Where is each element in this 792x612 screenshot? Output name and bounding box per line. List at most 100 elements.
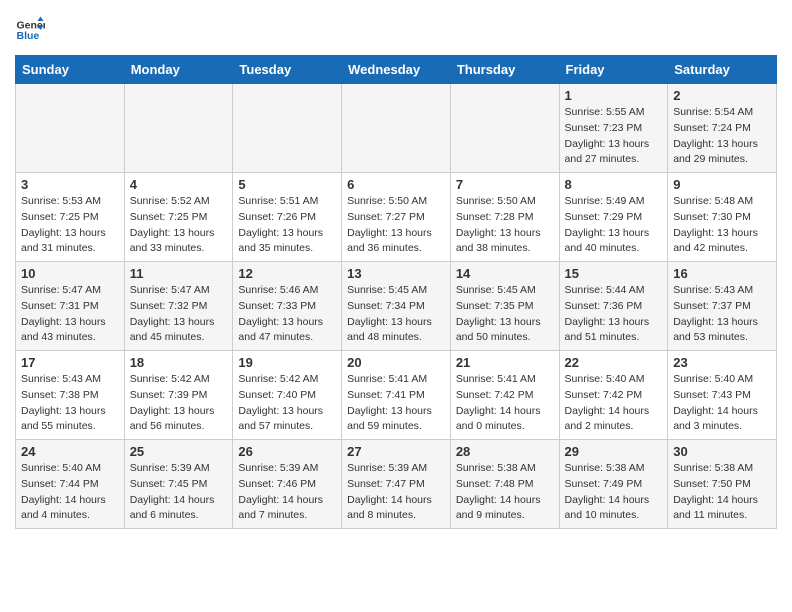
day-cell: 23Sunrise: 5:40 AMSunset: 7:43 PMDayligh… <box>668 351 777 440</box>
day-cell: 18Sunrise: 5:42 AMSunset: 7:39 PMDayligh… <box>124 351 233 440</box>
day-info: Sunrise: 5:51 AMSunset: 7:26 PMDaylight:… <box>238 194 336 257</box>
day-info: Sunrise: 5:39 AMSunset: 7:45 PMDaylight:… <box>130 461 228 524</box>
day-number: 3 <box>21 177 119 192</box>
day-number: 24 <box>21 444 119 459</box>
day-info: Sunrise: 5:45 AMSunset: 7:34 PMDaylight:… <box>347 283 445 346</box>
day-number: 15 <box>565 266 663 281</box>
day-cell: 26 Sunrise: 5:39 AMSunset: 7:46 PMDayligh… <box>233 440 342 529</box>
day-info: Sunrise: 5:40 AMSunset: 7:44 PMDaylight:… <box>21 461 119 524</box>
day-cell <box>233 84 342 173</box>
day-info: Sunrise: 5:43 AMSunset: 7:38 PMDaylight:… <box>21 372 119 435</box>
day-number: 20 <box>347 355 445 370</box>
day-cell: 20 Sunrise: 5:41 AMSunset: 7:41 PMDayligh… <box>342 351 451 440</box>
day-number: 28 <box>456 444 554 459</box>
logo: General Blue <box>15 15 49 45</box>
day-cell: 10 Sunrise: 5:47 AMSunset: 7:31 PMDayligh… <box>16 262 125 351</box>
logo-icon: General Blue <box>15 15 45 45</box>
day-info: Sunrise: 5:52 AMSunset: 7:25 PMDaylight:… <box>130 194 228 257</box>
day-cell <box>16 84 125 173</box>
day-info: Sunrise: 5:38 AMSunset: 7:50 PMDaylight:… <box>673 461 771 524</box>
day-info: Sunrise: 5:48 AMSunset: 7:30 PMDaylight:… <box>673 194 771 257</box>
day-cell: 2 Sunrise: 5:54 AMSunset: 7:24 PMDaylight… <box>668 84 777 173</box>
day-number: 6 <box>347 177 445 192</box>
week-row-5: 24 Sunrise: 5:40 AMSunset: 7:44 PMDayligh… <box>16 440 777 529</box>
svg-text:Blue: Blue <box>17 30 40 42</box>
day-info: Sunrise: 5:43 AMSunset: 7:37 PMDaylight:… <box>673 283 771 346</box>
day-info: Sunrise: 5:54 AMSunset: 7:24 PMDaylight:… <box>673 105 771 168</box>
week-row-3: 10 Sunrise: 5:47 AMSunset: 7:31 PMDayligh… <box>16 262 777 351</box>
day-cell: 14Sunrise: 5:45 AMSunset: 7:35 PMDayligh… <box>450 262 559 351</box>
day-cell: 17 Sunrise: 5:43 AMSunset: 7:38 PMDayligh… <box>16 351 125 440</box>
header-monday: Monday <box>124 56 233 84</box>
day-info: Sunrise: 5:42 AMSunset: 7:40 PMDaylight:… <box>238 372 336 435</box>
day-cell: 21 Sunrise: 5:41 AMSunset: 7:42 PMDayligh… <box>450 351 559 440</box>
header-wednesday: Wednesday <box>342 56 451 84</box>
day-number: 8 <box>565 177 663 192</box>
day-cell: 12 Sunrise: 5:46 AMSunset: 7:33 PMDayligh… <box>233 262 342 351</box>
header-saturday: Saturday <box>668 56 777 84</box>
day-cell: 15 Sunrise: 5:44 AMSunset: 7:36 PMDayligh… <box>559 262 668 351</box>
day-cell <box>342 84 451 173</box>
day-number: 21 <box>456 355 554 370</box>
day-number: 18 <box>130 355 228 370</box>
day-cell: 24 Sunrise: 5:40 AMSunset: 7:44 PMDayligh… <box>16 440 125 529</box>
day-cell: 8 Sunrise: 5:49 AMSunset: 7:29 PMDaylight… <box>559 173 668 262</box>
day-number: 27 <box>347 444 445 459</box>
day-cell: 30 Sunrise: 5:38 AMSunset: 7:50 PMDayligh… <box>668 440 777 529</box>
day-cell: 19Sunrise: 5:42 AMSunset: 7:40 PMDayligh… <box>233 351 342 440</box>
day-info: Sunrise: 5:55 AMSunset: 7:23 PMDaylight:… <box>565 105 663 168</box>
day-cell <box>124 84 233 173</box>
day-number: 30 <box>673 444 771 459</box>
day-number: 26 <box>238 444 336 459</box>
calendar-table: SundayMondayTuesdayWednesdayThursdayFrid… <box>15 55 777 529</box>
header-sunday: Sunday <box>16 56 125 84</box>
day-number: 13 <box>347 266 445 281</box>
day-info: Sunrise: 5:50 AMSunset: 7:27 PMDaylight:… <box>347 194 445 257</box>
day-cell: 25 Sunrise: 5:39 AMSunset: 7:45 PMDayligh… <box>124 440 233 529</box>
day-cell: 7 Sunrise: 5:50 AMSunset: 7:28 PMDaylight… <box>450 173 559 262</box>
day-number: 4 <box>130 177 228 192</box>
day-info: Sunrise: 5:40 AMSunset: 7:43 PMDaylight:… <box>673 372 771 435</box>
day-info: Sunrise: 5:40 AMSunset: 7:42 PMDaylight:… <box>565 372 663 435</box>
day-info: Sunrise: 5:38 AMSunset: 7:48 PMDaylight:… <box>456 461 554 524</box>
day-info: Sunrise: 5:46 AMSunset: 7:33 PMDaylight:… <box>238 283 336 346</box>
day-number: 9 <box>673 177 771 192</box>
day-cell: 3 Sunrise: 5:53 AMSunset: 7:25 PMDaylight… <box>16 173 125 262</box>
header-tuesday: Tuesday <box>233 56 342 84</box>
day-cell: 5 Sunrise: 5:51 AMSunset: 7:26 PMDaylight… <box>233 173 342 262</box>
day-info: Sunrise: 5:39 AMSunset: 7:46 PMDaylight:… <box>238 461 336 524</box>
day-info: Sunrise: 5:41 AMSunset: 7:42 PMDaylight:… <box>456 372 554 435</box>
day-cell: 16 Sunrise: 5:43 AMSunset: 7:37 PMDayligh… <box>668 262 777 351</box>
day-info: Sunrise: 5:49 AMSunset: 7:29 PMDaylight:… <box>565 194 663 257</box>
day-number: 17 <box>21 355 119 370</box>
day-number: 25 <box>130 444 228 459</box>
day-cell: 27Sunrise: 5:39 AMSunset: 7:47 PMDayligh… <box>342 440 451 529</box>
day-info: Sunrise: 5:50 AMSunset: 7:28 PMDaylight:… <box>456 194 554 257</box>
day-cell: 1 Sunrise: 5:55 AMSunset: 7:23 PMDaylight… <box>559 84 668 173</box>
day-cell: 9 Sunrise: 5:48 AMSunset: 7:30 PMDaylight… <box>668 173 777 262</box>
day-info: Sunrise: 5:44 AMSunset: 7:36 PMDaylight:… <box>565 283 663 346</box>
day-number: 2 <box>673 88 771 103</box>
day-info: Sunrise: 5:47 AMSunset: 7:31 PMDaylight:… <box>21 283 119 346</box>
day-number: 7 <box>456 177 554 192</box>
day-cell <box>450 84 559 173</box>
day-number: 11 <box>130 266 228 281</box>
day-cell: 13 Sunrise: 5:45 AMSunset: 7:34 PMDayligh… <box>342 262 451 351</box>
week-row-1: 1 Sunrise: 5:55 AMSunset: 7:23 PMDaylight… <box>16 84 777 173</box>
day-cell: 4 Sunrise: 5:52 AMSunset: 7:25 PMDaylight… <box>124 173 233 262</box>
day-number: 1 <box>565 88 663 103</box>
header-friday: Friday <box>559 56 668 84</box>
day-number: 22 <box>565 355 663 370</box>
day-info: Sunrise: 5:41 AMSunset: 7:41 PMDaylight:… <box>347 372 445 435</box>
day-number: 5 <box>238 177 336 192</box>
week-row-4: 17 Sunrise: 5:43 AMSunset: 7:38 PMDayligh… <box>16 351 777 440</box>
day-cell: 11Sunrise: 5:47 AMSunset: 7:32 PMDayligh… <box>124 262 233 351</box>
day-cell: 29Sunrise: 5:38 AMSunset: 7:49 PMDayligh… <box>559 440 668 529</box>
day-number: 16 <box>673 266 771 281</box>
header-thursday: Thursday <box>450 56 559 84</box>
day-info: Sunrise: 5:53 AMSunset: 7:25 PMDaylight:… <box>21 194 119 257</box>
day-number: 10 <box>21 266 119 281</box>
day-cell: 6 Sunrise: 5:50 AMSunset: 7:27 PMDaylight… <box>342 173 451 262</box>
day-info: Sunrise: 5:38 AMSunset: 7:49 PMDaylight:… <box>565 461 663 524</box>
day-number: 12 <box>238 266 336 281</box>
